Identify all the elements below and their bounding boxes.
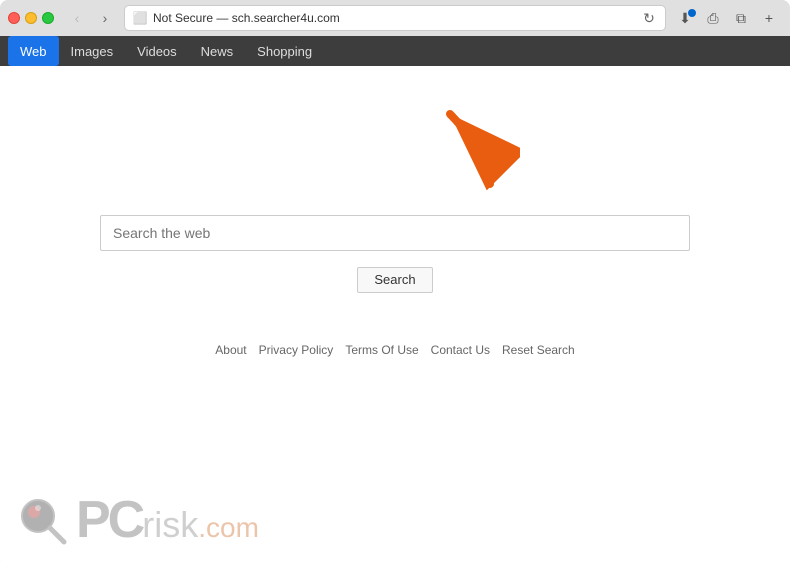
search-input[interactable] [100,215,690,251]
tab-videos[interactable]: Videos [125,36,189,66]
tab-news[interactable]: News [189,36,246,66]
toolbar-right: ⬇ ⎙ ⧉ + [672,7,782,29]
page-content: Search About Privacy Policy Terms Of Use… [0,66,790,565]
minimize-button[interactable] [25,12,37,24]
nav-tab-bar: Web Images Videos News Shopping [0,36,790,66]
forward-button[interactable]: › [92,7,118,29]
terms-link[interactable]: Terms Of Use [345,343,418,357]
close-button[interactable] [8,12,20,24]
browser-window: ‹ › ⬜ Not Secure — sch.searcher4u.com ↻ … [0,0,790,565]
address-text: Not Secure — sch.searcher4u.com [153,11,635,25]
privacy-link[interactable]: Privacy Policy [259,343,334,357]
title-bar: ‹ › ⬜ Not Secure — sch.searcher4u.com ↻ … [0,0,790,36]
contact-link[interactable]: Contact Us [431,343,490,357]
tabs-button[interactable]: ⧉ [728,7,754,29]
tab-images[interactable]: Images [59,36,126,66]
back-button[interactable]: ‹ [64,7,90,29]
reset-link[interactable]: Reset Search [502,343,575,357]
share-button[interactable]: ⎙ [700,7,726,29]
search-input-wrapper [100,215,690,251]
search-section: Search About Privacy Policy Terms Of Use… [0,66,790,565]
new-tab-button[interactable]: + [756,7,782,29]
tab-shopping[interactable]: Shopping [245,36,324,66]
tab-web[interactable]: Web [8,36,59,66]
download-button[interactable]: ⬇ [672,7,698,29]
maximize-button[interactable] [42,12,54,24]
about-link[interactable]: About [215,343,246,357]
nav-buttons: ‹ › [64,7,118,29]
reload-button[interactable]: ↻ [641,10,657,26]
footer-links: About Privacy Policy Terms Of Use Contac… [215,343,574,357]
search-button[interactable]: Search [357,267,432,293]
page-icon: ⬜ [133,11,147,25]
address-bar[interactable]: ⬜ Not Secure — sch.searcher4u.com ↻ [124,5,666,31]
traffic-lights [8,12,54,24]
